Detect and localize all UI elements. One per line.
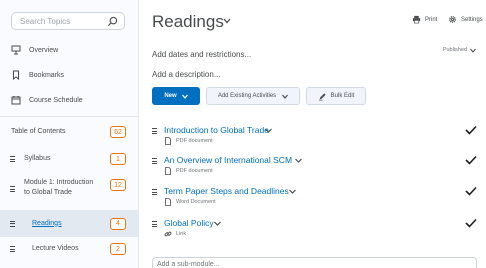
bulk-edit-label: Bulk Edit	[330, 93, 355, 99]
add-description-link[interactable]: Add a description...	[152, 70, 220, 79]
checkmark-icon[interactable]	[465, 218, 477, 228]
search-placeholder: Search Topics	[20, 17, 71, 26]
status-label: Published	[442, 47, 467, 53]
add-submodule-input[interactable]: Add a sub-module...	[152, 257, 477, 268]
sidebar-item-lecture-videos[interactable]: Lecture Videos 2	[0, 241, 138, 257]
settings-label: Settings	[461, 16, 483, 23]
toc-count-badge: 62	[110, 126, 126, 138]
topic-type: Word Document	[164, 198, 216, 206]
toc-label: Table of Contents	[11, 128, 66, 135]
drag-handle-icon[interactable]	[152, 128, 157, 134]
search-input[interactable]: Search Topics	[11, 12, 125, 30]
chevron-down-icon[interactable]	[289, 189, 296, 194]
drag-handle-icon[interactable]	[152, 189, 157, 195]
nav-bookmarks[interactable]: Bookmarks	[11, 68, 64, 82]
sidebar-item-readings[interactable]: Readings 4	[0, 210, 138, 237]
pencil-icon	[318, 92, 326, 100]
topic-type-label: PDF document	[176, 168, 213, 174]
drag-handle-icon[interactable]	[152, 221, 157, 227]
list-item[interactable]: Term Paper Steps and Deadlines Word Docu…	[152, 186, 477, 214]
printer-icon	[412, 15, 421, 24]
document-icon	[165, 198, 171, 206]
document-icon	[165, 167, 171, 175]
list-item[interactable]: An Overview of International SCM PDF doc…	[152, 155, 477, 183]
sidebar-item-module-1[interactable]: Module 1: Introduction to Global Trade 1…	[0, 176, 138, 202]
nav-overview-label: Overview	[29, 46, 59, 54]
count-badge: 4	[110, 217, 126, 230]
chevron-down-icon	[181, 94, 188, 99]
sidebar-item-syllabus[interactable]: Syllabus 1	[0, 151, 138, 167]
bookmark-icon	[13, 70, 19, 80]
add-existing-label: Add Existing Activities	[217, 93, 277, 99]
link-icon	[164, 231, 172, 237]
sidebar-item-label: Lecture Videos	[32, 245, 79, 252]
add-existing-activities-button[interactable]: Add Existing Activities	[206, 87, 300, 105]
topic-type-label: PDF document	[176, 138, 213, 144]
page-title: Readings	[152, 12, 224, 31]
document-icon	[165, 137, 171, 145]
search-icon[interactable]	[107, 16, 118, 27]
label-line-2: to Global Trade	[24, 189, 72, 196]
topic-type-label: Link	[176, 231, 187, 237]
topic-title-link[interactable]: Global Policy	[164, 218, 214, 228]
add-submodule-placeholder: Add a sub-module...	[157, 261, 220, 268]
nav-overview[interactable]: Overview	[11, 43, 58, 57]
chevron-down-icon[interactable]	[214, 221, 221, 226]
new-button[interactable]: New	[152, 87, 200, 105]
drag-handle-icon[interactable]	[152, 158, 157, 164]
add-dates-link[interactable]: Add dates and restrictions...	[152, 50, 251, 59]
topic-title-link[interactable]: Term Paper Steps and Deadlines	[164, 186, 289, 196]
topic-title-link[interactable]: An Overview of International SCM	[164, 155, 292, 165]
chevron-down-icon[interactable]	[295, 158, 302, 163]
chevron-down-icon[interactable]	[223, 18, 231, 24]
calendar-icon	[11, 96, 21, 105]
presentation-icon	[11, 45, 21, 55]
sidebar-item-label: Syllabus	[24, 155, 51, 162]
chevron-down-icon	[470, 48, 476, 53]
count-badge: 12	[110, 179, 126, 191]
list-item[interactable]: Global Policy Link	[152, 218, 477, 246]
topic-type-label: Word Document	[176, 199, 216, 205]
sidebar-item-label: Module 1: Introduction to Global Trade	[24, 178, 93, 198]
print-button[interactable]: Print	[412, 15, 437, 24]
drag-handle-icon[interactable]	[10, 246, 16, 252]
status-dropdown[interactable]: Published	[443, 47, 476, 53]
main-content: Readings Print Settings Add dates and re…	[139, 0, 486, 268]
table-of-contents[interactable]: Table of Contents 62	[0, 124, 138, 140]
nav-course-schedule-label: Course Schedule	[29, 96, 83, 104]
settings-button[interactable]: Settings	[448, 15, 483, 24]
gear-icon	[449, 16, 456, 23]
nav-course-schedule[interactable]: Course Schedule	[11, 93, 83, 107]
checkmark-icon[interactable]	[465, 186, 477, 196]
chevron-down-icon	[282, 94, 289, 99]
topic-title-link[interactable]: Introduction to Global Trade	[164, 125, 269, 135]
sidebar: Search Topics Overview Bookmarks Course …	[0, 0, 139, 268]
drag-handle-icon[interactable]	[10, 156, 16, 162]
checkmark-icon[interactable]	[465, 125, 477, 135]
sidebar-divider	[0, 116, 138, 117]
new-button-label: New	[164, 93, 177, 99]
checkmark-icon[interactable]	[465, 155, 477, 165]
print-label: Print	[425, 16, 438, 23]
chevron-down-icon[interactable]	[265, 128, 272, 133]
list-item[interactable]: Introduction to Global Trade PDF documen…	[152, 125, 477, 153]
nav-bookmarks-label: Bookmarks	[29, 71, 65, 79]
topic-type: Link	[164, 230, 186, 238]
bulk-edit-button[interactable]: Bulk Edit	[306, 87, 366, 105]
label-line-1: Module 1: Introduction	[24, 179, 94, 186]
count-badge: 2	[110, 243, 126, 255]
sidebar-item-label: Readings	[32, 219, 62, 227]
drag-handle-icon[interactable]	[10, 186, 16, 192]
topic-type: PDF document	[164, 167, 213, 175]
count-badge: 1	[110, 153, 126, 165]
topic-type: PDF document	[164, 137, 213, 145]
drag-handle-icon[interactable]	[10, 220, 16, 227]
